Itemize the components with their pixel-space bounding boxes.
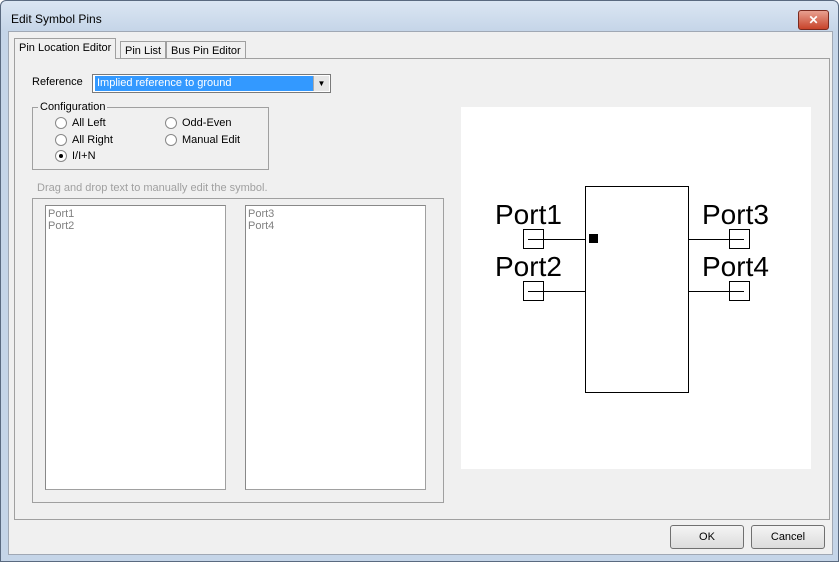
cancel-button[interactable]: Cancel (751, 525, 825, 549)
dialog-window: Edit Symbol Pins ✕ Pin Location Editor P… (0, 0, 839, 562)
close-button[interactable]: ✕ (798, 10, 829, 30)
symbol-preview: Port1 Port2 Port3 Port4 (461, 107, 811, 469)
port-label: Port1 (495, 199, 562, 230)
radio-icon (55, 134, 67, 146)
radio-label: All Right (72, 134, 113, 146)
radio-label: All Left (72, 117, 106, 129)
reference-select[interactable]: Implied reference to ground ▼ (92, 74, 331, 93)
radio-label: I/I+N (72, 150, 96, 162)
manual-edit-frame: Port1 Port2 Port3 Port4 (32, 198, 444, 503)
list-item[interactable]: Port3 (248, 208, 423, 220)
radio-icon (55, 117, 67, 129)
radio-icon (165, 134, 177, 146)
radio-all-left[interactable]: All Left (55, 117, 106, 129)
tab-pin-location-editor[interactable]: Pin Location Editor (14, 38, 117, 59)
list-item[interactable]: Port1 (48, 208, 223, 220)
right-pin-list[interactable]: Port3 Port4 (245, 205, 426, 490)
radio-manual-edit[interactable]: Manual Edit (165, 134, 240, 146)
pin1-marker (589, 234, 598, 243)
configuration-label: Configuration (38, 101, 108, 113)
list-item[interactable]: Port4 (248, 220, 423, 232)
window-title: Edit Symbol Pins (11, 12, 102, 26)
chevron-down-icon[interactable]: ▼ (313, 76, 329, 91)
ok-button[interactable]: OK (670, 525, 744, 549)
radio-icon (165, 117, 177, 129)
symbol-body (585, 186, 689, 393)
port-label: Port3 (702, 199, 769, 230)
radio-label: Odd-Even (182, 117, 232, 129)
drag-hint: Drag and drop text to manually edit the … (37, 182, 268, 194)
left-pin-list[interactable]: Port1 Port2 (45, 205, 226, 490)
configuration-group: Configuration All Left All Right I/I+N O… (32, 101, 269, 170)
dialog-body: Pin Location Editor Pin List Bus Pin Edi… (8, 31, 833, 555)
reference-value: Implied reference to ground (95, 76, 313, 91)
radio-checked-icon (55, 150, 67, 162)
list-item[interactable]: Port2 (48, 220, 223, 232)
port-label: Port2 (495, 251, 562, 282)
symbol-diagram: Port1 Port2 Port3 Port4 (495, 186, 769, 393)
radio-odd-even[interactable]: Odd-Even (165, 117, 232, 129)
port-label: Port4 (702, 251, 769, 282)
reference-label: Reference (32, 76, 83, 88)
tab-panel: Reference Implied reference to ground ▼ … (14, 58, 830, 520)
radio-label: Manual Edit (182, 134, 241, 146)
radio-i-i-n[interactable]: I/I+N (55, 150, 96, 162)
radio-all-right[interactable]: All Right (55, 134, 113, 146)
